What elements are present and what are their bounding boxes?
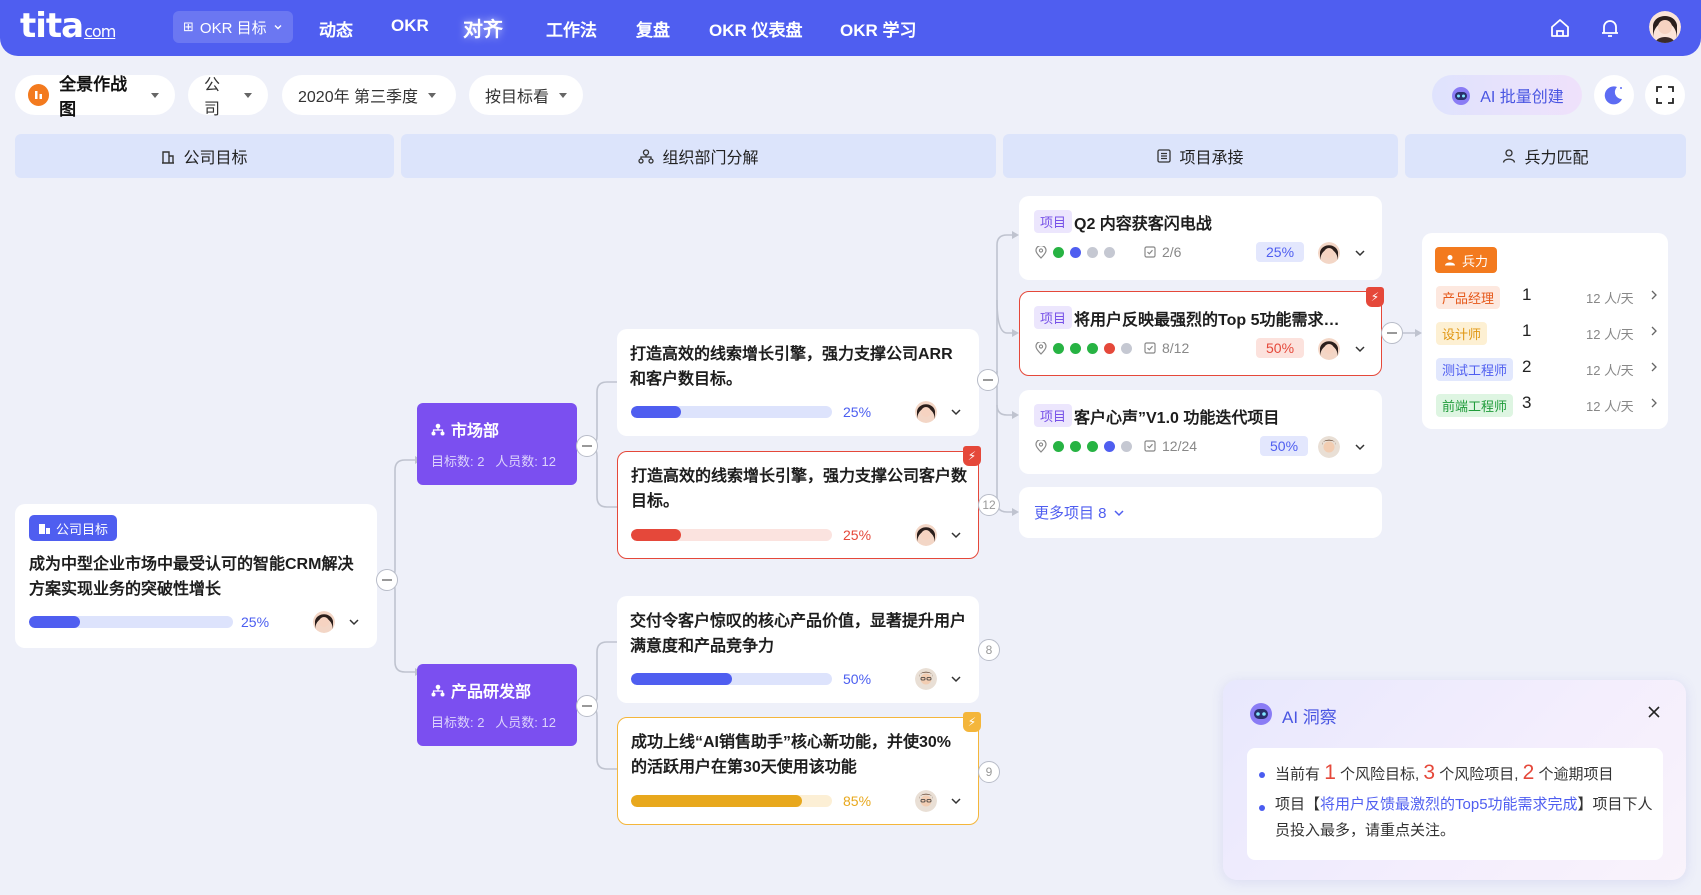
project-title: Q2 内容获客闪电战	[1074, 216, 1212, 233]
owner-avatar[interactable]	[1318, 242, 1340, 264]
project-title: 将用户反映最强烈的Top 5功能需求…	[1074, 312, 1340, 329]
insight-line-1: 当前有 1 个风险目标, 3 个风险项目, 2 个逾期项目	[1275, 761, 1614, 784]
project-progress: 50%	[1260, 436, 1309, 456]
location-icon	[1035, 246, 1047, 259]
milestone-dots	[1053, 343, 1132, 354]
warning-flag-icon: ⚡	[963, 712, 981, 732]
dept-goal-card-warn[interactable]: 成功上线“AI销售助手”核心新功能，并使30%的活跃用户在第30天使用该功能 8…	[617, 717, 979, 825]
risk-flag-icon: ⚡	[963, 446, 981, 466]
owner-avatar[interactable]	[1318, 338, 1340, 360]
owner-avatar[interactable]	[915, 790, 937, 812]
milestone-dots	[1053, 441, 1132, 452]
chevron-right-icon[interactable]	[1650, 398, 1658, 408]
more-projects-button[interactable]: 更多项目 8	[1019, 487, 1382, 538]
dept-card-product[interactable]: 产品研发部 目标数: 2 人员数: 12	[417, 664, 577, 746]
bullet	[1259, 805, 1265, 811]
location-icon	[1035, 440, 1047, 453]
project-progress: 25%	[1256, 242, 1305, 262]
ai-insight-title: AI 洞察	[1282, 708, 1337, 727]
chevron-down-icon[interactable]	[1354, 343, 1366, 355]
chevron-down-icon[interactable]	[950, 406, 962, 418]
project-link[interactable]: 将用户反馈最激烈的Top5功能需求完成	[1320, 796, 1578, 813]
chevron-right-icon[interactable]	[1650, 326, 1658, 336]
company-goal-tag: 公司目标	[29, 515, 118, 541]
collapse-button[interactable]	[1381, 322, 1403, 344]
owner-avatar[interactable]	[1318, 436, 1340, 458]
expand-count-button[interactable]: 9	[978, 761, 1000, 783]
chevron-right-icon[interactable]	[1650, 362, 1658, 372]
dept-goal-card[interactable]: 打造高效的线索增长引擎，强力支撑公司ARR和客户数目标。 25%	[617, 329, 979, 436]
milestone-dots	[1053, 247, 1115, 258]
progress-bar	[631, 529, 832, 541]
chevron-down-icon[interactable]	[950, 795, 962, 807]
ai-insight-content: 当前有 1 个风险目标, 3 个风险项目, 2 个逾期项目 项目【将用户反馈最激…	[1247, 748, 1663, 860]
chevron-right-icon[interactable]	[1650, 290, 1658, 300]
chevron-down-icon[interactable]	[950, 673, 962, 685]
expand-count-button[interactable]: 8	[978, 639, 1000, 661]
expand-count-button[interactable]: 12	[978, 494, 1000, 516]
building-icon	[39, 523, 50, 534]
owner-avatar[interactable]	[915, 401, 937, 423]
chevron-down-icon[interactable]	[950, 529, 962, 541]
progress-bar	[631, 406, 832, 418]
ai-robot-icon	[1250, 703, 1272, 725]
org-icon	[431, 684, 445, 696]
bullet	[1259, 772, 1265, 778]
project-card-risk[interactable]: 项目 将用户反映最强烈的Top 5功能需求… 8/12 50%	[1019, 291, 1382, 376]
task-count: 2/6	[1162, 244, 1182, 260]
collapse-button[interactable]	[376, 569, 398, 591]
role-frontend-engineer: 前端工程师	[1436, 394, 1514, 417]
forces-tag: 兵力	[1435, 247, 1498, 273]
company-goal-title: 成为中型企业市场中最受认可的智能CRM解决方案实现业务的突破性增长	[29, 556, 354, 598]
progress-bar	[631, 673, 832, 685]
project-card[interactable]: 项目 Q2 内容获客闪电战 2/6 25%	[1019, 196, 1382, 280]
progress-bar	[631, 795, 832, 807]
task-count: 12/24	[1162, 438, 1198, 454]
task-count: 8/12	[1162, 340, 1190, 356]
role-test-engineer: 测试工程师	[1436, 358, 1514, 381]
role-designer: 设计师	[1436, 322, 1488, 345]
checkbox-icon	[1144, 342, 1156, 354]
ai-insight-panel: AI 洞察 当前有 1 个风险目标, 3 个风险项目, 2 个逾期项目 项目【将…	[1223, 680, 1686, 880]
chevron-down-icon[interactable]	[348, 616, 360, 628]
collapse-button[interactable]	[576, 695, 598, 717]
person-icon	[1445, 255, 1455, 266]
company-goal-card[interactable]: 公司目标 成为中型企业市场中最受认可的智能CRM解决方案实现业务的突破性增长 2…	[15, 504, 377, 648]
insight-line-2: 项目【将用户反馈最激烈的Top5功能需求完成】项目下人员投入最多，请重点关注。	[1275, 796, 1653, 839]
owner-avatar[interactable]	[915, 668, 937, 690]
forces-card: 兵力 产品经理 1 12 人/天 设计师 1 12 人/天 测试工程师 2 12…	[1422, 233, 1668, 429]
project-title: 客户心声”V1.0 功能迭代项目	[1074, 410, 1280, 427]
location-icon	[1035, 342, 1047, 355]
company-goal-progress-label: 25%	[241, 614, 270, 630]
chevron-down-icon[interactable]	[1354, 441, 1366, 453]
checkbox-icon	[1144, 246, 1156, 258]
owner-avatar[interactable]	[313, 611, 335, 633]
dept-card-market[interactable]: 市场部 目标数: 2 人员数: 12	[417, 403, 577, 485]
company-goal-progress-bar	[29, 616, 233, 628]
project-card[interactable]: 项目 客户心声”V1.0 功能迭代项目 12/24 50%	[1019, 390, 1382, 474]
checkbox-icon	[1144, 440, 1156, 452]
chevron-down-icon[interactable]	[1354, 247, 1366, 259]
close-icon[interactable]	[1647, 705, 1661, 719]
project-tag: 项目	[1034, 210, 1073, 233]
org-icon	[431, 423, 445, 435]
project-tag: 项目	[1034, 306, 1073, 329]
collapse-button[interactable]	[576, 435, 598, 457]
chevron-down-icon	[1113, 509, 1124, 516]
dept-goal-card-risk[interactable]: 打造高效的线索增长引擎，强力支撑公司客户数目标。 25%	[617, 451, 979, 559]
dept-goal-card[interactable]: 交付令客户惊叹的核心产品价值，显著提升用户满意度和产品竞争力 50%	[617, 596, 979, 703]
collapse-button[interactable]	[977, 369, 999, 391]
project-tag: 项目	[1034, 404, 1073, 427]
role-product-manager: 产品经理	[1436, 286, 1501, 309]
risk-flag-icon: ⚡	[1366, 287, 1384, 307]
owner-avatar[interactable]	[915, 524, 937, 546]
project-progress: 50%	[1256, 338, 1305, 358]
